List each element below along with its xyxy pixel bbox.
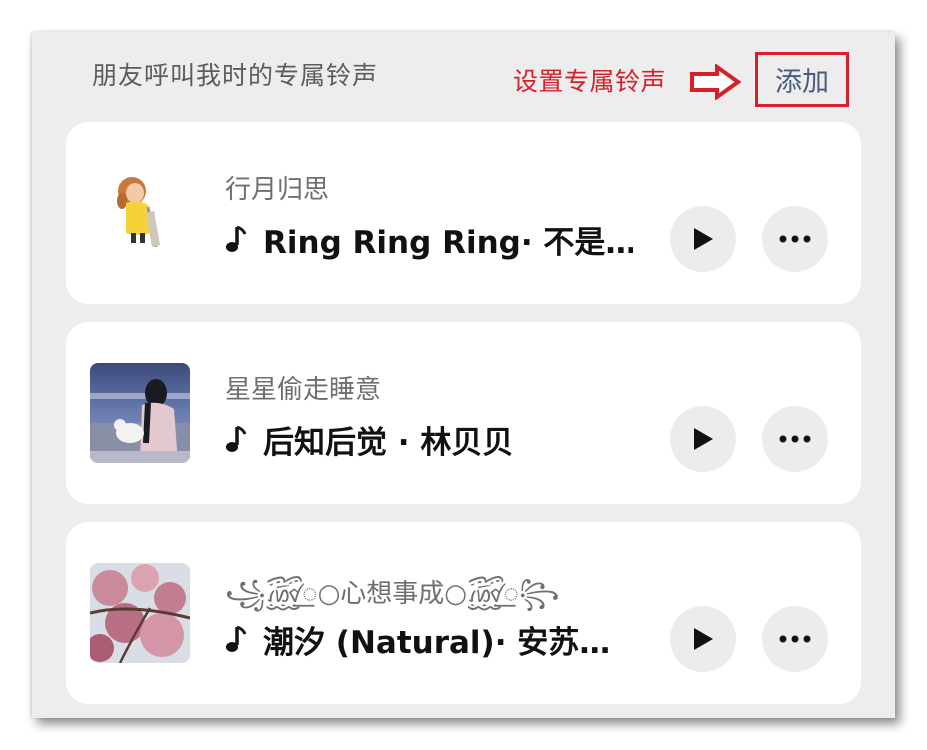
play-button[interactable] bbox=[670, 606, 736, 672]
ringtone-card[interactable]: 星星偷走睡意 后知后觉 · 林贝贝 bbox=[66, 322, 861, 504]
song-title: 后知后觉 · 林贝贝 bbox=[263, 425, 514, 461]
contact-name: 行月归思 bbox=[225, 175, 330, 205]
add-highlight-box: 添加 bbox=[755, 52, 849, 107]
more-icon bbox=[779, 635, 811, 643]
song-info: 潮汐 (Natural)· 安苏… bbox=[225, 617, 610, 662]
contact-name: 星星偷走睡意 bbox=[225, 375, 382, 405]
cherry-blossom-photo bbox=[90, 563, 190, 663]
cartoon-girl-umbrella-icon bbox=[90, 163, 190, 263]
add-ringtone-button[interactable]: 添加 bbox=[758, 55, 846, 104]
song-title: 潮汐 (Natural)· 安苏… bbox=[263, 625, 611, 661]
play-button[interactable] bbox=[670, 406, 736, 472]
ringtone-card[interactable]: ꧁꫞꯭○心想事成○꫞꯭꧂ 潮汐 (Natural)· 安苏… bbox=[66, 522, 861, 704]
play-icon bbox=[694, 228, 713, 250]
more-icon bbox=[779, 235, 811, 243]
song-title: Ring Ring Ring· 不是… bbox=[263, 225, 633, 261]
more-options-button[interactable] bbox=[762, 606, 828, 672]
music-note-icon bbox=[226, 425, 247, 452]
play-icon bbox=[694, 428, 713, 450]
contact-avatar bbox=[90, 363, 190, 463]
music-note-icon bbox=[226, 225, 247, 252]
annotation-label: 设置专属铃声 bbox=[513, 67, 667, 96]
more-options-button[interactable] bbox=[762, 206, 828, 272]
section-title: 朋友呼叫我时的专属铃声 bbox=[92, 61, 379, 90]
play-icon bbox=[694, 628, 713, 650]
arrow-right-icon bbox=[690, 64, 741, 100]
ringtone-settings-panel: 朋友呼叫我时的专属铃声 设置专属铃声 添加 行月归思 Ring Ring Rin… bbox=[32, 32, 895, 718]
song-info: Ring Ring Ring· 不是… bbox=[225, 217, 633, 262]
more-options-button[interactable] bbox=[762, 406, 828, 472]
music-note-icon bbox=[226, 625, 247, 652]
song-info: 后知后觉 · 林贝贝 bbox=[225, 417, 513, 462]
contact-avatar bbox=[90, 163, 190, 263]
more-icon bbox=[779, 435, 811, 443]
ringtone-card[interactable]: 行月归思 Ring Ring Ring· 不是… bbox=[66, 122, 861, 304]
contact-avatar bbox=[90, 563, 190, 663]
play-button[interactable] bbox=[670, 206, 736, 272]
girl-with-cat-photo bbox=[90, 363, 190, 463]
